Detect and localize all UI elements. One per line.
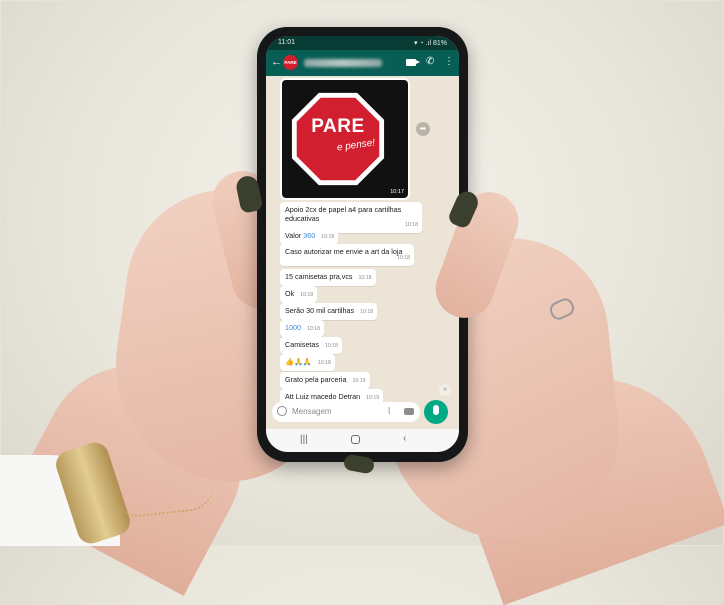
chat-header: ← PARE ▇▇▇▇▇▇▇▇▇▇ ✆ ⋮: [266, 50, 459, 76]
message-time: 10:18: [307, 326, 320, 332]
message-time: 10:19: [352, 378, 366, 384]
status-bar: 11:01 ▾ ◔ .ıl 81%: [266, 36, 459, 50]
message-bubble[interactable]: Ok 10:18: [280, 286, 318, 303]
status-time: 11:01: [278, 39, 295, 46]
message-bubble[interactable]: 👍🙏🙏 10:18: [280, 354, 335, 371]
message-time: 10:18: [358, 275, 372, 281]
message-text: 15 camisetas pra,vcs: [285, 272, 353, 281]
message-text: Grato pela parceria: [285, 375, 347, 384]
scroll-down-chevron-icon[interactable]: »: [439, 384, 451, 396]
message-bubble[interactable]: Valor 360 10:18: [280, 228, 339, 245]
message-text: Caso autorizar me envie a art da loja: [285, 247, 403, 256]
image-message[interactable]: PARE e pense! 10:17: [280, 78, 410, 200]
camera-icon[interactable]: [404, 408, 414, 415]
message-text: Serão 30 mil cartilhas: [285, 306, 355, 315]
phone-screen: 11:01 ▾ ◔ .ıl 81% ← PARE ▇▇▇▇▇▇▇▇▇▇ ✆ ⋮ …: [266, 36, 459, 452]
video-call-icon[interactable]: [406, 59, 420, 66]
microphone-icon: [433, 405, 439, 415]
message-text: Att Luiz macedo Detran: [285, 392, 361, 401]
message-bubble[interactable]: Serão 30 mil cartilhas 10:18: [280, 303, 378, 320]
message-text: Valor: [285, 231, 304, 240]
android-nav-bar: ||| ‹: [266, 429, 459, 452]
message-time: 10:17: [390, 189, 404, 195]
message-time: 10:18: [317, 360, 331, 366]
forward-icon[interactable]: ➦: [416, 122, 430, 136]
message-number: 1000: [285, 323, 301, 332]
message-input[interactable]: [292, 407, 372, 416]
message-input-bar: ⌇: [272, 402, 420, 422]
message-number: 360: [303, 231, 316, 240]
message-bubble[interactable]: 15 camisetas pra,vcs 10:18: [280, 269, 376, 286]
message-text: Camisetas: [285, 340, 319, 349]
message-time: 10:18: [324, 343, 338, 349]
home-icon[interactable]: [351, 435, 360, 444]
emoji-text: 👍🙏🙏: [285, 357, 312, 366]
back-arrow-icon[interactable]: ←: [271, 56, 282, 68]
message-bubble[interactable]: Camisetas 10:18: [280, 337, 342, 354]
more-options-icon[interactable]: ⋮: [444, 56, 454, 67]
message-time: 10:18: [300, 292, 314, 298]
message-time: 10:18: [321, 234, 335, 240]
message-time: 10:19: [366, 395, 380, 401]
smartphone: 11:01 ▾ ◔ .ıl 81% ← PARE ▇▇▇▇▇▇▇▇▇▇ ✆ ⋮ …: [257, 27, 468, 462]
contact-avatar[interactable]: PARE: [283, 55, 298, 70]
status-icons: ▾ ◔ .ıl 81%: [413, 40, 447, 47]
message-text: Ok: [285, 289, 295, 298]
attach-clip-icon[interactable]: ⌇: [387, 406, 391, 417]
message-bubble[interactable]: 1000 10:18: [280, 320, 324, 337]
microphone-button[interactable]: [424, 400, 448, 424]
message-bubble[interactable]: Grato pela parceria 10:19: [280, 372, 370, 389]
stop-sign-word: PARE: [311, 116, 365, 137]
message-time: 10:18: [360, 309, 374, 315]
contact-name-blurred[interactable]: ▇▇▇▇▇▇▇▇▇▇: [304, 59, 382, 67]
recents-icon[interactable]: |||: [300, 434, 308, 445]
emoji-icon[interactable]: [277, 406, 287, 416]
chat-area: PARE e pense! 10:17 ➦ Apoio 2cx de papel…: [266, 76, 459, 406]
message-bubble[interactable]: Caso autorizar me envie a art da loja 10…: [280, 244, 414, 266]
phone-call-icon[interactable]: ✆: [426, 56, 434, 67]
nav-back-icon[interactable]: ‹: [403, 433, 406, 444]
